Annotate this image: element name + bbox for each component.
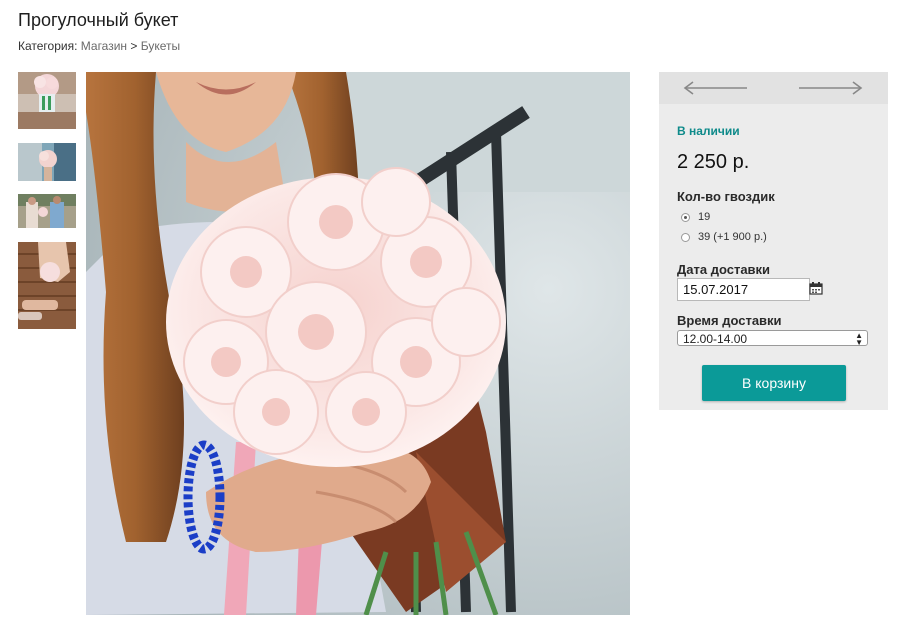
quantity-option-label: 19 — [698, 211, 711, 223]
calendar-icon[interactable] — [809, 282, 823, 295]
main-product-photo — [86, 72, 630, 615]
price: 2 250 р. — [677, 151, 750, 173]
delivery-date-field[interactable]: 15.07.2017 — [677, 278, 810, 301]
radio-unchecked-icon[interactable] — [681, 232, 690, 242]
quantity-option-label: 39 (+1 900 р.) — [698, 231, 767, 243]
stock-status: В наличии — [677, 124, 740, 138]
delivery-time-select[interactable]: 12.00-14.00 ▲ ▼ — [677, 330, 868, 347]
radio-checked-icon[interactable] — [681, 212, 690, 222]
thumbnail-4[interactable] — [18, 242, 76, 329]
delivery-date-label: Дата доставки — [677, 262, 771, 277]
quantity-label: Кол-во гвоздик — [677, 189, 775, 204]
breadcrumb-separator: > — [127, 39, 141, 53]
arrow-right-icon[interactable] — [795, 80, 865, 96]
breadcrumb-prefix: Категория: — [18, 39, 81, 53]
thumbnail-1[interactable] — [18, 72, 76, 129]
quantity-option-19[interactable]: 19 — [681, 211, 710, 223]
breadcrumb-shop-link[interactable]: Магазин — [81, 39, 127, 53]
delivery-time-value: 12.00-14.00 — [683, 332, 748, 346]
thumbnail-2[interactable] — [18, 143, 76, 181]
add-to-cart-button[interactable]: В корзину — [702, 365, 846, 401]
delivery-time-label: Время доставки — [677, 313, 782, 328]
gallery-navigation — [659, 72, 888, 104]
page-title: Прогулочный букет — [18, 10, 179, 30]
thumbnail-3[interactable] — [18, 194, 76, 228]
purchase-panel: В наличии 2 250 р. Кол-во гвоздик 19 39 … — [659, 72, 888, 410]
quantity-option-39[interactable]: 39 (+1 900 р.) — [681, 231, 767, 243]
select-caret-icon: ▲ ▼ — [855, 331, 863, 347]
breadcrumb: Категория: Магазин > Букеты — [18, 39, 180, 53]
breadcrumb-category-link[interactable]: Букеты — [141, 39, 180, 53]
arrow-left-icon[interactable] — [681, 80, 751, 96]
